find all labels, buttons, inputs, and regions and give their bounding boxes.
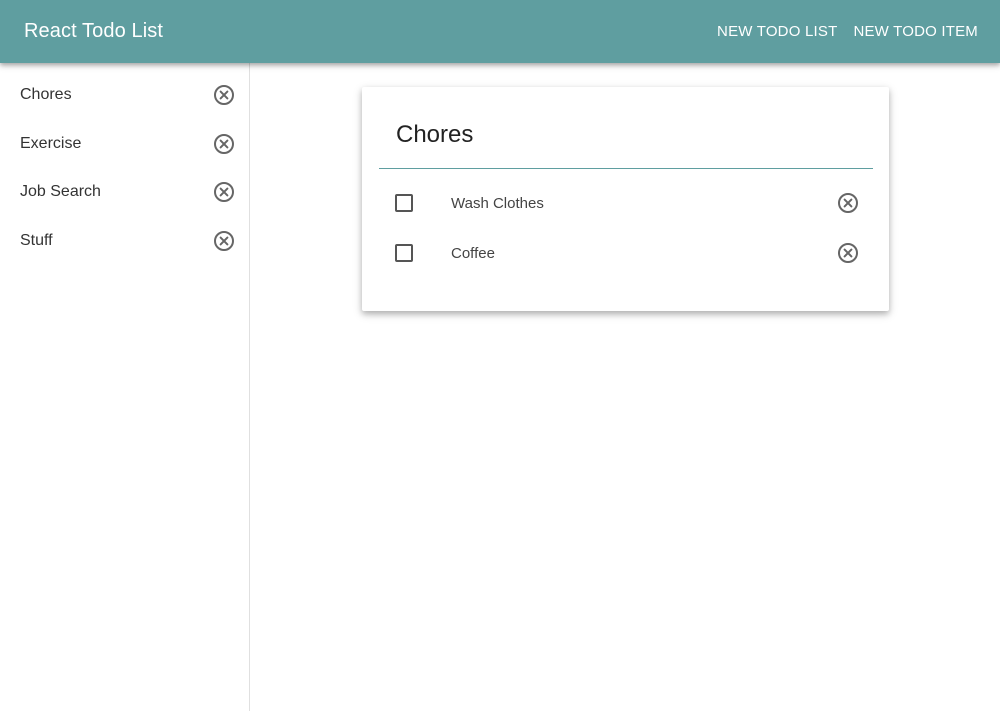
sidebar: Chores Exercise Job Search Stuff [0, 63, 250, 711]
todo-item-label: Wash Clothes [451, 194, 544, 212]
app-actions: NEW TODO LIST NEW TODO ITEM [709, 15, 986, 48]
close-circle-icon[interactable] [213, 133, 235, 155]
sidebar-item-label: Stuff [20, 231, 53, 249]
sidebar-item-chores[interactable]: Chores [0, 71, 249, 120]
todo-item: Coffee [362, 233, 889, 273]
close-circle-icon[interactable] [837, 242, 859, 264]
sidebar-item-label: Job Search [20, 183, 101, 201]
sidebar-item-stuff[interactable]: Stuff [0, 217, 249, 266]
new-todo-item-button[interactable]: NEW TODO ITEM [845, 15, 986, 48]
todo-item-label: Coffee [451, 244, 495, 262]
close-circle-icon[interactable] [213, 230, 235, 252]
todo-checkbox[interactable] [395, 194, 413, 212]
sidebar-item-job-search[interactable]: Job Search [0, 168, 249, 217]
close-circle-icon[interactable] [837, 192, 859, 214]
app-title: React Todo List [24, 20, 163, 42]
sidebar-item-exercise[interactable]: Exercise [0, 120, 249, 169]
todo-card: Chores Wash Clothes Coffee [362, 87, 889, 311]
app-bar: React Todo List NEW TODO LIST NEW TODO I… [0, 0, 1000, 63]
sidebar-item-label: Chores [20, 86, 72, 104]
todo-item: Wash Clothes [362, 183, 889, 223]
todo-card-title: Chores [396, 121, 474, 148]
close-circle-icon[interactable] [213, 181, 235, 203]
card-divider [379, 168, 873, 169]
new-todo-list-button[interactable]: NEW TODO LIST [709, 15, 845, 48]
close-circle-icon[interactable] [213, 84, 235, 106]
sidebar-item-label: Exercise [20, 134, 82, 152]
todo-checkbox[interactable] [395, 244, 413, 262]
